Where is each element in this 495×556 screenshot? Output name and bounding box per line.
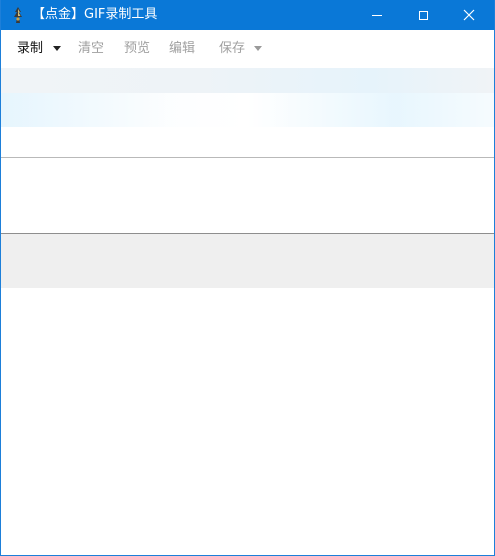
close-icon <box>463 9 475 21</box>
menu-clear[interactable]: 清空 <box>78 40 104 57</box>
caret-down-icon[interactable] <box>254 46 262 51</box>
title-bar[interactable]: 【点金】GIF录制工具 <box>1 0 494 30</box>
minimize-icon <box>372 14 382 16</box>
maximize-icon <box>418 10 428 20</box>
toolbar-band-glow <box>1 93 494 127</box>
menu-save[interactable]: 保存 <box>219 40 245 57</box>
preview-area[interactable] <box>1 288 494 555</box>
app-logo-icon <box>14 7 22 23</box>
window-title: 【点金】GIF录制工具 <box>32 7 158 22</box>
minimize-button[interactable] <box>354 0 400 30</box>
frame-strip <box>1 234 494 288</box>
divider <box>1 157 494 158</box>
caret-down-icon[interactable] <box>53 46 61 51</box>
gif-recorder-window: 【点金】GIF录制工具 录制 清空 预览 编辑 保存 <box>0 0 495 556</box>
menu-bar: 录制 清空 预览 编辑 保存 <box>1 30 494 68</box>
toolbar-band <box>1 68 494 93</box>
menu-record[interactable]: 录制 <box>17 40 43 57</box>
menu-edit[interactable]: 编辑 <box>169 40 195 57</box>
menu-preview[interactable]: 预览 <box>124 40 150 57</box>
close-button[interactable] <box>446 0 492 30</box>
maximize-button[interactable] <box>400 0 446 30</box>
